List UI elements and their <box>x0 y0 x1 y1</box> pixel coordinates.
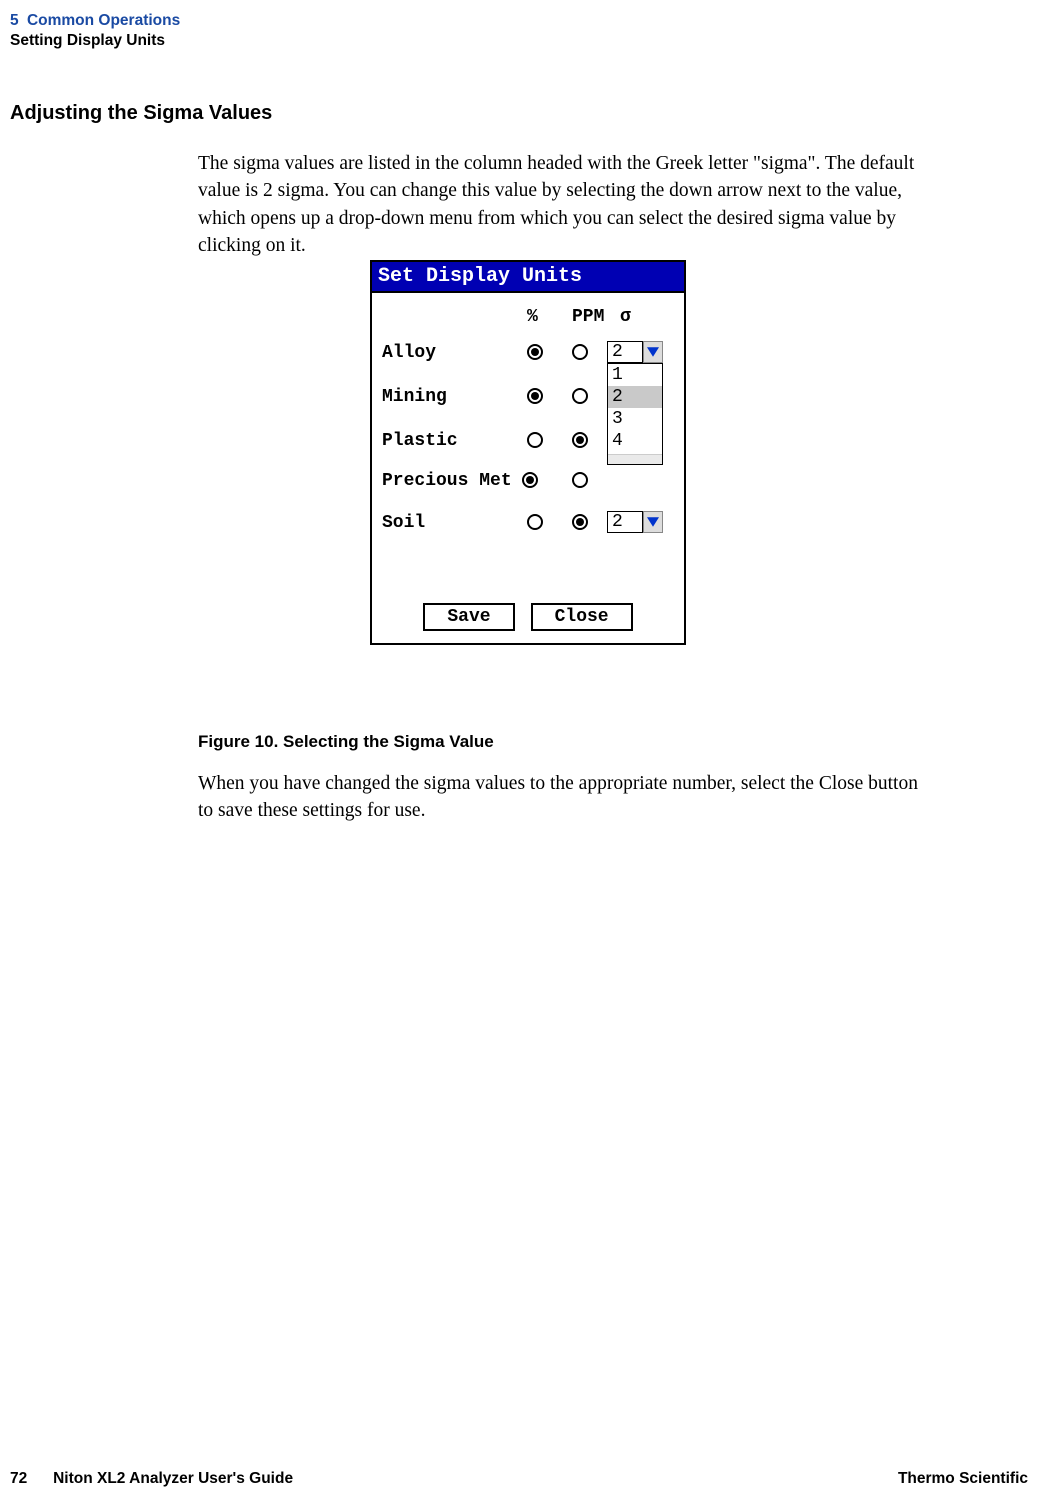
row-label: Soil <box>382 513 425 533</box>
chapter-title: Common Operations <box>27 12 180 29</box>
radio-ppm-plastic[interactable] <box>572 432 588 448</box>
page-footer: 72 Niton XL2 Analyzer User's Guide Therm… <box>10 1470 1028 1488</box>
window-body: % PPM σ Alloy 2 1 2 3 4 M <box>372 293 684 643</box>
row-label: Mining <box>382 387 447 407</box>
radio-percent-alloy[interactable] <box>527 344 543 360</box>
radio-percent-precious[interactable] <box>522 472 538 488</box>
row-precious-metals: Precious Met <box>382 469 662 497</box>
section-title: Setting Display Units <box>10 32 165 50</box>
row-label: Alloy <box>382 343 436 363</box>
sigma-value-alloy[interactable]: 2 <box>607 341 643 363</box>
sigma-dropdown-button-alloy[interactable] <box>643 341 663 363</box>
save-button[interactable]: Save <box>423 603 514 631</box>
guide-title: Niton XL2 Analyzer User's Guide <box>53 1470 293 1487</box>
page-header: 5 Common Operations <box>10 12 180 30</box>
heading-adjusting-sigma: Adjusting the Sigma Values <box>10 102 272 125</box>
radio-percent-mining[interactable] <box>527 388 543 404</box>
sigma-value-soil[interactable]: 2 <box>607 511 643 533</box>
radio-ppm-soil[interactable] <box>572 514 588 530</box>
col-header-ppm: PPM <box>572 307 604 327</box>
window-set-display-units: Set Display Units % PPM σ Alloy 2 1 2 3 … <box>370 260 686 645</box>
radio-ppm-mining[interactable] <box>572 388 588 404</box>
chevron-down-icon <box>647 517 659 527</box>
col-header-sigma: σ <box>620 307 631 327</box>
window-titlebar: Set Display Units <box>372 262 684 293</box>
radio-ppm-precious[interactable] <box>572 472 588 488</box>
dropdown-scrollbar[interactable] <box>608 454 662 464</box>
sigma-option-2[interactable]: 2 <box>608 386 662 408</box>
row-label: Precious Met <box>382 471 512 491</box>
figure-screenshot: Set Display Units % PPM σ Alloy 2 1 2 3 … <box>370 260 686 645</box>
sigma-dropdown-button-soil[interactable] <box>643 511 663 533</box>
sigma-dropdown-list[interactable]: 1 2 3 4 <box>607 363 663 465</box>
row-alloy: Alloy 2 1 2 3 4 <box>382 341 662 369</box>
page-number: 72 <box>10 1470 27 1487</box>
close-button[interactable]: Close <box>531 603 633 631</box>
row-soil: Soil 2 <box>382 511 662 539</box>
body-paragraph-1: The sigma values are listed in the colum… <box>198 150 918 259</box>
row-label: Plastic <box>382 431 458 451</box>
sigma-option-3[interactable]: 3 <box>608 408 662 430</box>
sigma-option-1[interactable]: 1 <box>608 364 662 386</box>
radio-percent-plastic[interactable] <box>527 432 543 448</box>
col-header-percent: % <box>527 307 538 327</box>
chapter-number: 5 <box>10 12 19 30</box>
sigma-option-4[interactable]: 4 <box>608 430 662 452</box>
figure-caption: Figure 10. Selecting the Sigma Value <box>198 732 494 752</box>
radio-ppm-alloy[interactable] <box>572 344 588 360</box>
radio-percent-soil[interactable] <box>527 514 543 530</box>
company-name: Thermo Scientific <box>898 1470 1028 1488</box>
body-paragraph-2: When you have changed the sigma values t… <box>198 770 918 825</box>
button-row: Save Close <box>372 603 684 631</box>
chevron-down-icon <box>647 347 659 357</box>
